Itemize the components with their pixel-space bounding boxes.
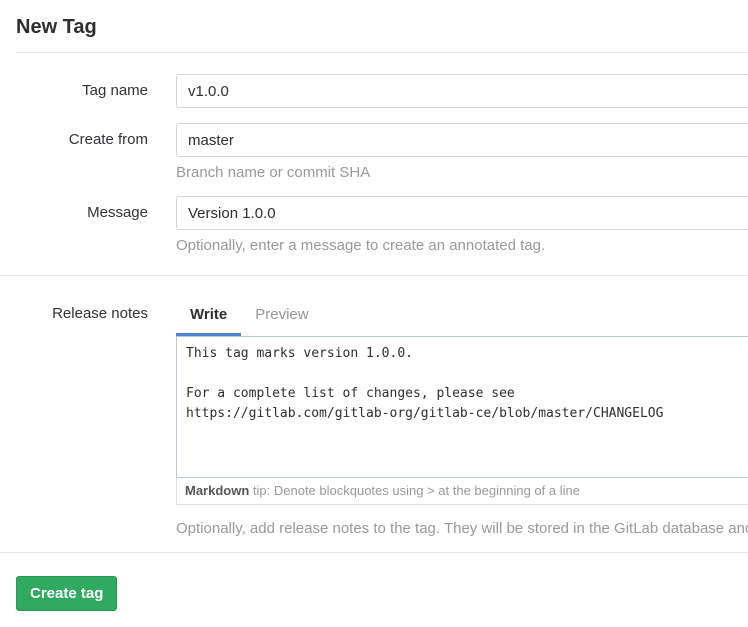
create-from-input[interactable]: [176, 123, 748, 157]
release-notes-row: Release notes Write Preview This tag mar…: [0, 297, 748, 537]
tag-name-row: Tag name: [0, 74, 748, 108]
section-divider: [0, 275, 748, 276]
tab-write[interactable]: Write: [176, 297, 241, 336]
message-input[interactable]: [176, 196, 748, 230]
title-divider: [16, 52, 748, 53]
create-from-control: Branch name or commit SHA: [176, 123, 748, 181]
markdown-tip-bold: Markdown: [185, 483, 249, 498]
markdown-tip-bar: Markdown tip: Denote blockquotes using >…: [176, 478, 748, 505]
new-tag-page: New Tag Tag name Create from Branch name…: [0, 16, 748, 611]
message-row: Message Optionally, enter a message to c…: [0, 196, 748, 254]
create-from-label: Create from: [0, 123, 160, 181]
create-from-row: Create from Branch name or commit SHA: [0, 123, 748, 181]
release-notes-textarea[interactable]: This tag marks version 1.0.0. For a comp…: [176, 336, 748, 478]
footer-divider: [0, 552, 748, 553]
release-notes-control: Write Preview This tag marks version 1.0…: [176, 297, 748, 537]
message-help: Optionally, enter a message to create an…: [176, 237, 748, 254]
markdown-editor-tabs: Write Preview: [176, 297, 748, 336]
message-control: Optionally, enter a message to create an…: [176, 196, 748, 254]
tag-name-control: [176, 74, 748, 108]
create-tag-button[interactable]: Create tag: [16, 576, 117, 611]
tab-preview[interactable]: Preview: [241, 297, 322, 336]
tag-name-label: Tag name: [0, 74, 160, 108]
page-title: New Tag: [16, 16, 748, 39]
markdown-tip-text: tip: Denote blockquotes using > at the b…: [249, 483, 580, 498]
release-notes-help: Optionally, add release notes to the tag…: [176, 520, 748, 537]
tag-name-input[interactable]: [176, 74, 748, 108]
new-tag-form: Tag name Create from Branch name or comm…: [0, 74, 748, 611]
message-label: Message: [0, 196, 160, 254]
create-from-help: Branch name or commit SHA: [176, 164, 748, 181]
release-notes-label: Release notes: [0, 297, 160, 537]
